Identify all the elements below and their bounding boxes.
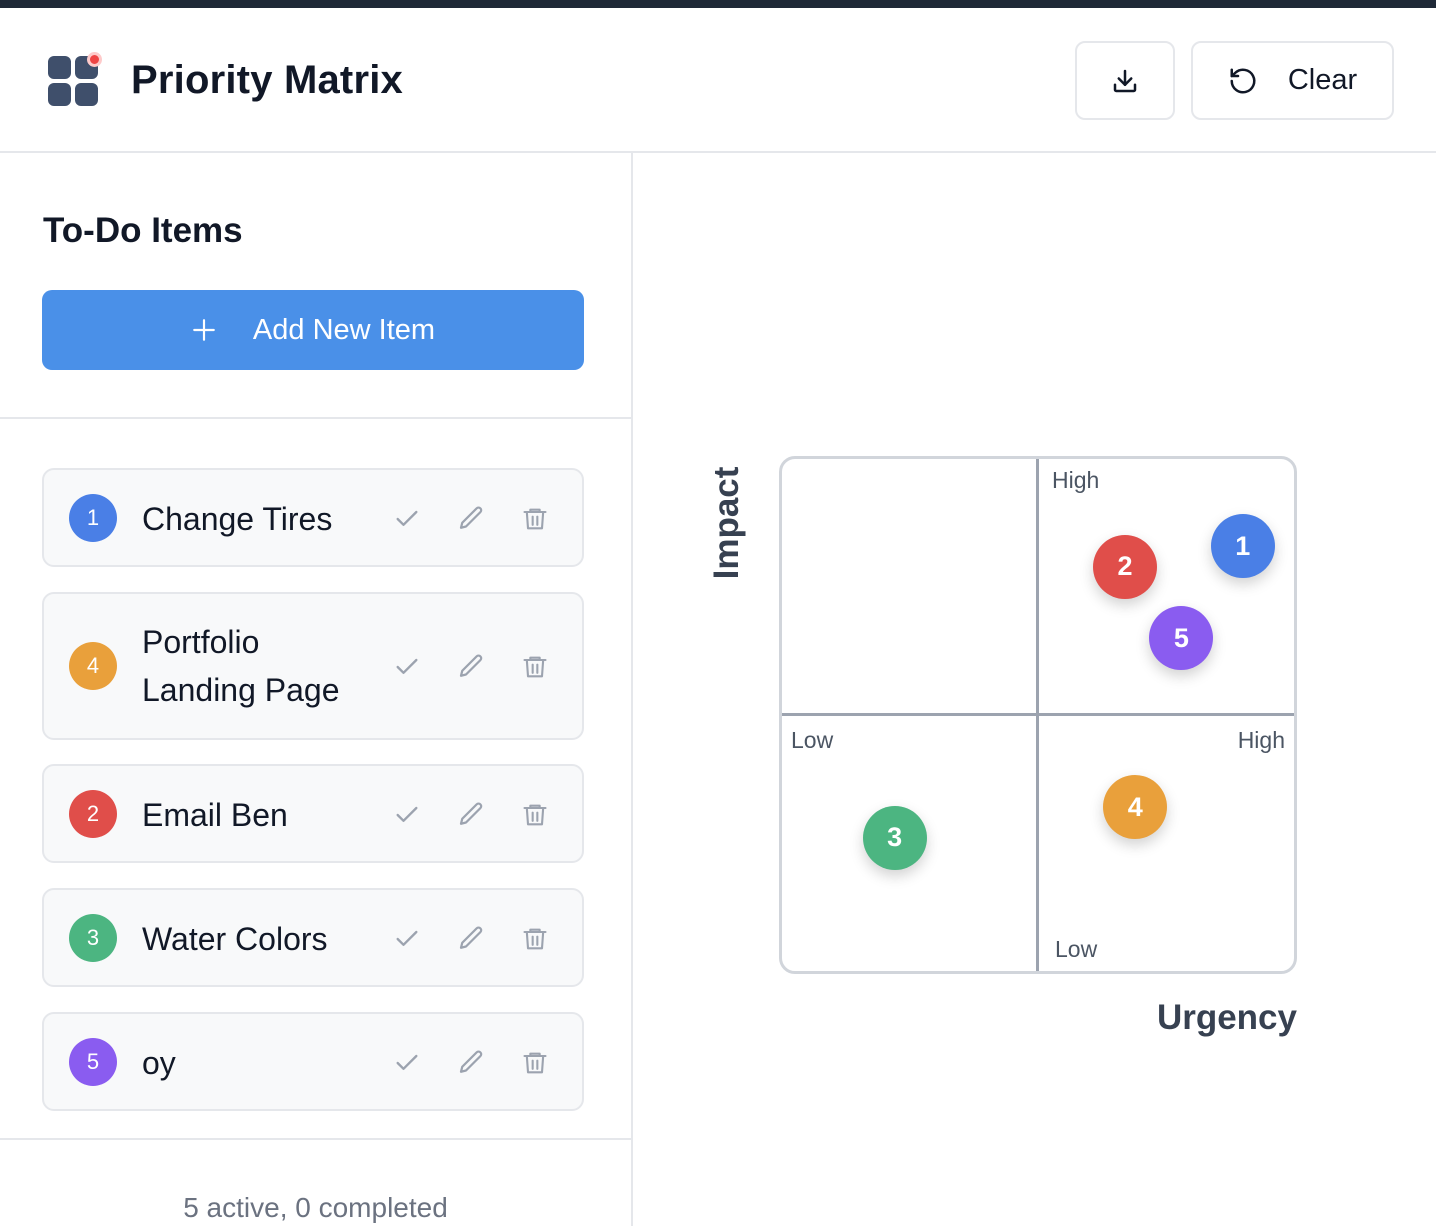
download-button[interactable] bbox=[1075, 41, 1175, 120]
matrix-marker-2[interactable]: 2 bbox=[1093, 534, 1158, 599]
plus-icon bbox=[193, 319, 215, 341]
window-top-strip bbox=[0, 0, 1436, 8]
todo-item[interactable]: 1 Change Tires bbox=[42, 468, 584, 567]
impact-low-label: Low bbox=[1055, 936, 1098, 962]
impact-high-label: High bbox=[1052, 467, 1100, 493]
rotate-ccw-icon bbox=[1230, 68, 1256, 93]
urgency-low-label: Low bbox=[791, 727, 834, 753]
todo-item-label: Portfolio Landing Page bbox=[142, 624, 340, 708]
check-icon[interactable] bbox=[391, 503, 423, 535]
trash-icon[interactable] bbox=[519, 923, 551, 955]
todo-number-badge: 4 bbox=[69, 642, 117, 690]
clear-button[interactable]: Clear bbox=[1191, 41, 1394, 120]
todo-item[interactable]: 3 Water Colors bbox=[42, 888, 584, 987]
sidebar-header: To-Do Items Add New Item bbox=[0, 153, 631, 419]
todo-stats: 5 active, 0 completed bbox=[183, 1192, 448, 1223]
trash-icon[interactable] bbox=[519, 1047, 551, 1079]
pencil-icon[interactable] bbox=[455, 651, 487, 683]
todo-item[interactable]: 2 Email Ben bbox=[42, 764, 584, 863]
priority-matrix-grid[interactable]: High Low Low High 12 5 4 3 bbox=[779, 456, 1297, 974]
matrix-horizontal-divider bbox=[782, 713, 1294, 716]
impact-axis-label: Impact bbox=[707, 466, 746, 580]
todo-item[interactable]: 5 oy bbox=[42, 1012, 584, 1111]
app-title: Priority Matrix bbox=[131, 58, 403, 102]
todo-number-badge: 1 bbox=[69, 494, 117, 542]
todo-item-label: oy bbox=[142, 1045, 176, 1081]
matrix-marker-5[interactable]: 5 bbox=[1149, 606, 1214, 671]
app-header: Priority Matrix Clear bbox=[0, 8, 1436, 153]
todo-section-title: To-Do Items bbox=[43, 211, 243, 250]
matrix-marker-3[interactable]: 3 bbox=[862, 805, 927, 870]
add-new-item-button[interactable]: Add New Item bbox=[42, 290, 584, 370]
matrix-marker-4[interactable]: 4 bbox=[1103, 775, 1168, 840]
add-new-item-label: Add New Item bbox=[252, 313, 436, 346]
pencil-icon[interactable] bbox=[455, 1047, 487, 1079]
trash-icon[interactable] bbox=[519, 799, 551, 831]
sidebar-footer: 5 active, 0 completed bbox=[0, 1138, 631, 1226]
matrix-marker-1[interactable]: 1 bbox=[1210, 514, 1275, 579]
check-icon[interactable] bbox=[391, 799, 423, 831]
todo-number-badge: 3 bbox=[69, 914, 117, 962]
urgency-axis-label: Urgency bbox=[1156, 998, 1297, 1037]
todo-sidebar: To-Do Items Add New Item 1 Change Tires … bbox=[0, 153, 633, 1226]
trash-icon[interactable] bbox=[519, 651, 551, 683]
urgency-high-label: High bbox=[1237, 727, 1285, 753]
clear-button-label: Clear bbox=[1287, 64, 1358, 96]
pencil-icon[interactable] bbox=[455, 799, 487, 831]
todo-number-badge: 5 bbox=[69, 1038, 117, 1086]
todo-item[interactable]: 4 Portfolio Landing Page bbox=[42, 592, 584, 740]
pencil-icon[interactable] bbox=[455, 503, 487, 535]
todo-number-badge: 2 bbox=[69, 790, 117, 838]
grid-logo-icon bbox=[48, 52, 102, 108]
pencil-icon[interactable] bbox=[455, 923, 487, 955]
check-icon[interactable] bbox=[391, 923, 423, 955]
trash-icon[interactable] bbox=[519, 503, 551, 535]
todo-item-label: Email Ben bbox=[142, 797, 288, 833]
todo-item-label: Change Tires bbox=[142, 501, 333, 537]
check-icon[interactable] bbox=[391, 651, 423, 683]
download-icon bbox=[1113, 69, 1137, 92]
check-icon[interactable] bbox=[391, 1047, 423, 1079]
todo-item-label: Water Colors bbox=[142, 921, 328, 957]
